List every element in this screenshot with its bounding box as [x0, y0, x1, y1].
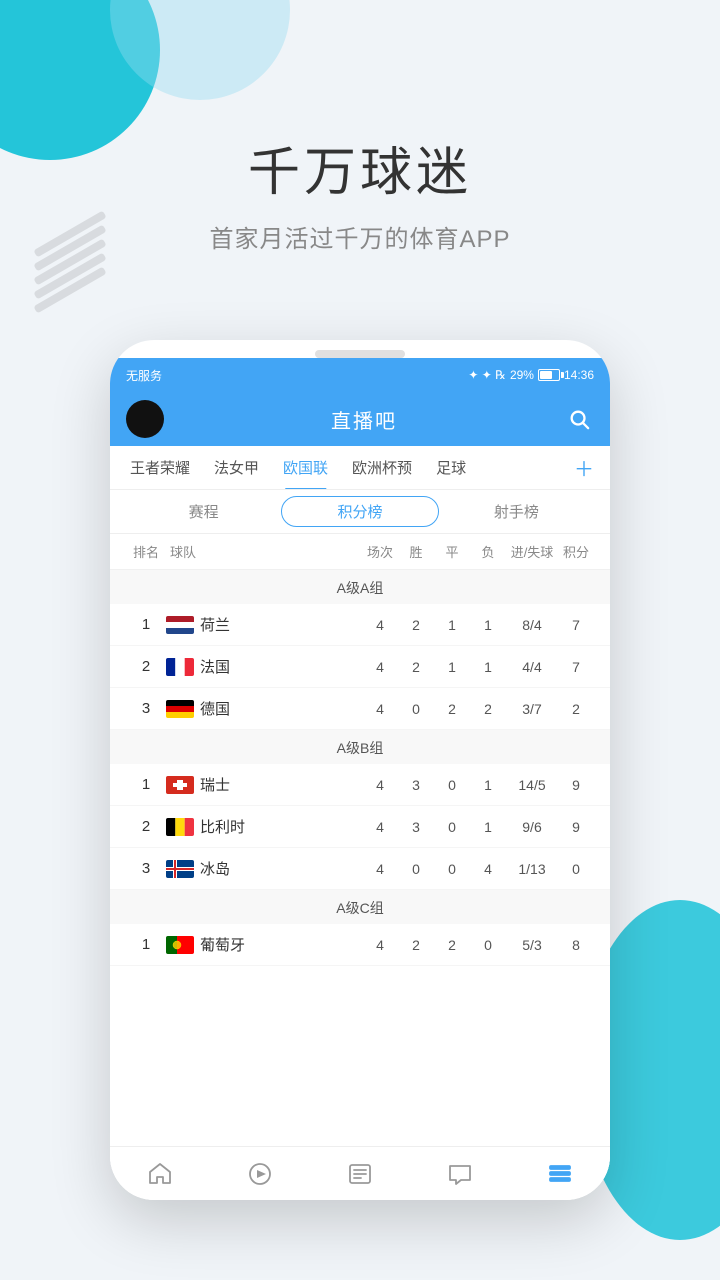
status-battery-pct: 29%	[510, 368, 534, 382]
subtab-scorers[interactable]: 射手榜	[439, 497, 594, 526]
status-icons: ✦ ✦ ℞	[468, 368, 506, 382]
nav-mine[interactable]	[510, 1147, 610, 1200]
table-row[interactable]: 1 瑞士 4 3 0 1 14/5 9	[110, 764, 610, 806]
table-row[interactable]: 3 德国 4 0 2 2 3/7 2	[110, 688, 610, 730]
nav-home[interactable]	[110, 1147, 210, 1200]
group-a-header: A级A组	[110, 570, 610, 604]
col-goals-header: 进/失球	[506, 542, 558, 561]
status-time: 14:36	[564, 368, 594, 382]
sub-tabs: 赛程 积分榜 射手榜	[110, 490, 610, 534]
col-lose-header: 负	[470, 542, 506, 561]
col-win-header: 胜	[398, 542, 434, 561]
status-bar: 无服务 ✦ ✦ ℞ 29% 14:36	[110, 358, 610, 392]
search-button[interactable]	[564, 404, 594, 434]
hero-title: 千万球迷	[0, 130, 720, 205]
table-row[interactable]: 1 荷兰 4 2 1 1 8/4 7	[110, 604, 610, 646]
hero-section: 千万球迷 首家月活过千万的体育APP	[0, 130, 720, 254]
nav-tabs: 王者荣耀 法女甲 欧国联 欧洲杯预 足球 ＋	[110, 446, 610, 490]
subtab-schedule[interactable]: 赛程	[126, 497, 281, 526]
table-row[interactable]: 1 葡萄牙 4 2 2 0 5/3 8	[110, 924, 610, 966]
col-draw-header: 平	[434, 542, 470, 561]
battery-fill	[540, 371, 552, 379]
app-header: 直播吧	[110, 392, 610, 446]
flag-be	[166, 818, 194, 836]
table-row[interactable]: 2 法国 4 2 1 1 4/4 7	[110, 646, 610, 688]
flag-is	[166, 860, 194, 878]
flag-nl	[166, 616, 194, 634]
table-row[interactable]: 3 冰岛 4 0 0 4 1/13 0	[110, 848, 610, 890]
tab-wangzhe[interactable]: 王者荣耀	[118, 446, 202, 490]
nav-news[interactable]	[310, 1147, 410, 1200]
col-played-header: 场次	[362, 542, 398, 561]
col-pts-header: 积分	[558, 542, 594, 561]
table-row[interactable]: 2 比利时 4 3 0 1 9/6 9	[110, 806, 610, 848]
battery-icon	[538, 369, 560, 381]
status-service: 无服务	[126, 367, 162, 384]
hero-subtitle: 首家月活过千万的体育APP	[0, 219, 720, 254]
col-rank-header: 排名	[126, 542, 166, 561]
avatar[interactable]	[126, 400, 164, 438]
add-tab-button[interactable]: ＋	[566, 453, 602, 482]
group-c-header: A级C组	[110, 890, 610, 924]
tab-fanjia[interactable]: 法女甲	[202, 446, 271, 490]
table-header: 排名 球队 场次 胜 平 负 进/失球 积分	[110, 534, 610, 570]
bottom-nav	[110, 1146, 610, 1200]
phone-frame: 无服务 ✦ ✦ ℞ 29% 14:36 直播吧	[110, 340, 610, 1200]
tab-ouzhouyu[interactable]: 欧洲杯预	[340, 446, 424, 490]
subtab-standings[interactable]: 积分榜	[281, 496, 438, 527]
phone-notch	[315, 350, 405, 358]
nav-chat[interactable]	[410, 1147, 510, 1200]
standings-table[interactable]: A级A组 1 荷兰 4 2 1 1 8/4 7 2	[110, 570, 610, 1200]
col-team-header: 球队	[166, 542, 362, 561]
flag-fr	[166, 658, 194, 676]
flag-ch	[166, 776, 194, 794]
tab-ouguo[interactable]: 欧国联	[271, 446, 340, 490]
group-b-header: A级B组	[110, 730, 610, 764]
nav-live[interactable]	[210, 1147, 310, 1200]
app-title: 直播吧	[331, 405, 397, 434]
status-right: ✦ ✦ ℞ 29% 14:36	[468, 368, 594, 382]
tab-football[interactable]: 足球	[424, 446, 478, 490]
flag-de	[166, 700, 194, 718]
phone-mockup: 无服务 ✦ ✦ ℞ 29% 14:36 直播吧	[110, 340, 610, 1200]
flag-pt	[166, 936, 194, 954]
